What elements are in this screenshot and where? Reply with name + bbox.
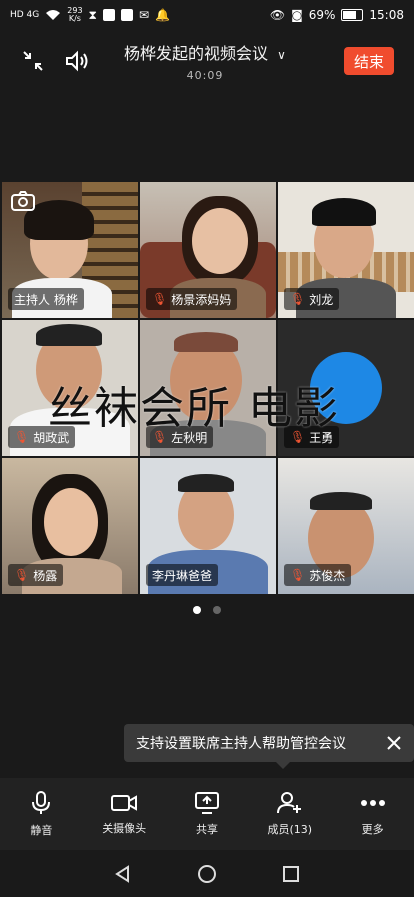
participant-label: 🎙 刘龙 bbox=[284, 288, 340, 310]
mic-muted-icon: 🎙 bbox=[152, 292, 168, 306]
app-notification-icon bbox=[102, 9, 115, 21]
screen-share-icon bbox=[194, 792, 219, 814]
more-dots-icon bbox=[360, 800, 385, 806]
back-icon[interactable] bbox=[113, 864, 133, 884]
home-icon[interactable] bbox=[197, 864, 217, 884]
end-meeting-button[interactable]: 结束 bbox=[344, 47, 394, 75]
mute-button[interactable]: 静音 bbox=[0, 778, 83, 850]
page-indicator bbox=[0, 606, 414, 614]
participant-name: 杨景添妈妈 bbox=[171, 292, 232, 307]
participant-face bbox=[44, 488, 98, 556]
page-dot-active[interactable] bbox=[193, 606, 201, 614]
video-tile[interactable]: 🎙 杨景添妈妈 bbox=[140, 182, 276, 318]
participant-hair bbox=[174, 332, 238, 352]
battery-percent: 69% bbox=[308, 8, 336, 22]
participant-label: 🎙 杨露 bbox=[8, 564, 64, 586]
participant-hair bbox=[312, 198, 376, 226]
cohost-tip: 支持设置联席主持人帮助管控会议 bbox=[124, 724, 414, 769]
clock: 15:08 bbox=[369, 8, 404, 22]
switch-camera-icon[interactable] bbox=[10, 190, 36, 212]
meeting-timer: 40:09 bbox=[186, 69, 224, 82]
participant-hair bbox=[310, 492, 372, 510]
minimize-icon[interactable] bbox=[18, 46, 48, 76]
mic-muted-icon: 🎙 bbox=[290, 292, 306, 306]
more-button[interactable]: 更多 bbox=[331, 778, 414, 850]
tip-arrow bbox=[276, 762, 290, 769]
members-button[interactable]: 成员(13) bbox=[248, 778, 331, 850]
participant-name: 杨露 bbox=[33, 568, 58, 583]
wechat-icon: ✉ bbox=[138, 8, 150, 22]
system-nav-bar bbox=[0, 850, 414, 897]
close-icon[interactable] bbox=[384, 733, 404, 753]
meeting-toolbar: 静音 关摄像头 共享 成员(13) 更多 bbox=[0, 778, 414, 850]
camera-label: 关摄像头 bbox=[102, 822, 147, 835]
speaker-icon[interactable] bbox=[62, 46, 92, 76]
meeting-title-text: 杨桦发起的视频会议 bbox=[124, 44, 269, 63]
participant-name: 苏俊杰 bbox=[309, 568, 346, 583]
participant-name: 刘龙 bbox=[309, 292, 334, 307]
meeting-title-area[interactable]: 杨桦发起的视频会议 ∨ 40:09 bbox=[100, 40, 310, 82]
bell-icon: 🔔 bbox=[155, 8, 170, 22]
status-bar: HD 4G 293 K/s ⧗ ✉ 🔔 👁 ◙ 69% 15:08 bbox=[0, 0, 414, 30]
participant-label: 主持人 杨桦 bbox=[8, 288, 84, 310]
battery-icon bbox=[341, 9, 364, 21]
app-notification-icon bbox=[120, 9, 133, 21]
mute-label: 静音 bbox=[30, 824, 53, 837]
wifi-icon bbox=[46, 10, 61, 20]
participant-face bbox=[192, 208, 248, 274]
video-camera-icon bbox=[111, 795, 138, 811]
video-tile[interactable]: 🎙 杨露 bbox=[2, 458, 138, 594]
share-button[interactable]: 共享 bbox=[166, 778, 249, 850]
mic-muted-icon: 🎙 bbox=[290, 568, 306, 582]
participant-hair bbox=[178, 474, 234, 492]
video-tile[interactable]: 🎙 刘龙 bbox=[278, 182, 414, 318]
share-label: 共享 bbox=[195, 823, 218, 836]
network-indicator: HD 4G bbox=[10, 10, 40, 20]
mic-muted-icon: 🎙 bbox=[14, 568, 30, 582]
eye-icon: 👁 bbox=[269, 8, 286, 22]
add-member-icon bbox=[276, 792, 301, 814]
hourglass-icon: ⧗ bbox=[88, 7, 97, 22]
page-dot[interactable] bbox=[213, 606, 221, 614]
participant-name: 李丹琳爸爸 bbox=[152, 568, 213, 583]
chevron-down-icon[interactable]: ∨ bbox=[277, 48, 286, 62]
speed-unit: K/s bbox=[68, 14, 81, 23]
video-tile[interactable]: 李丹琳爸爸 bbox=[140, 458, 276, 594]
video-tile[interactable]: 主持人 杨桦 bbox=[2, 182, 138, 318]
more-label: 更多 bbox=[361, 823, 384, 836]
meeting-header: 杨桦发起的视频会议 ∨ 40:09 结束 bbox=[0, 30, 414, 90]
recents-icon[interactable] bbox=[281, 864, 301, 884]
participant-label: 李丹琳爸爸 bbox=[146, 564, 219, 586]
video-tile[interactable]: 🎙 苏俊杰 bbox=[278, 458, 414, 594]
cohost-tip-text: 支持设置联席主持人帮助管控会议 bbox=[136, 736, 346, 752]
network-speed: 293 K/s bbox=[67, 7, 82, 23]
participant-name: 主持人 杨桦 bbox=[14, 292, 78, 307]
participant-label: 🎙 杨景添妈妈 bbox=[146, 288, 238, 310]
participant-hair bbox=[36, 324, 102, 346]
watermark-text: 丝袜会所 电影 bbox=[48, 383, 340, 434]
meeting-title[interactable]: 杨桦发起的视频会议 ∨ bbox=[100, 40, 310, 64]
participant-label: 🎙 苏俊杰 bbox=[284, 564, 352, 586]
members-label: 成员(13) bbox=[267, 823, 313, 836]
microphone-icon bbox=[32, 791, 51, 814]
camera-off-button[interactable]: 关摄像头 bbox=[83, 778, 166, 850]
mic-muted-icon: 🎙 bbox=[14, 430, 30, 444]
camera-status-icon: ◙ bbox=[291, 8, 303, 22]
